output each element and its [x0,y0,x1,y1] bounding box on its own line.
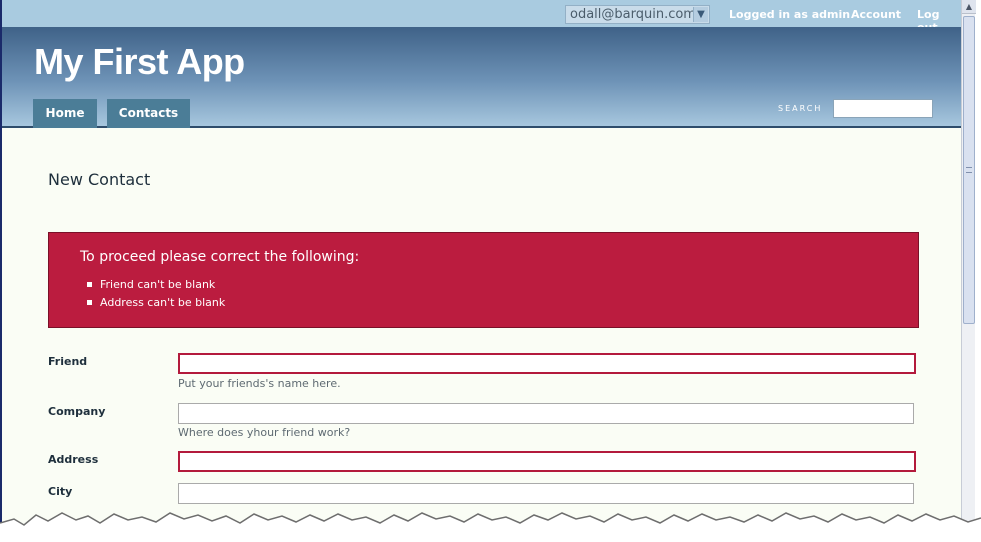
account-select[interactable]: odall@barquin.com ▼ [565,5,710,24]
grip-icon [966,167,972,173]
browser-page: odall@barquin.com ▼ Logged in as admin A… [0,0,961,542]
logged-in-status: Logged in as admin [729,8,851,21]
company-field[interactable] [178,403,914,424]
top-utility-bar: odall@barquin.com ▼ Logged in as admin A… [2,0,961,34]
error-item: Friend can't be blank [100,278,216,291]
bullet-icon [87,282,92,287]
search-label: SEARCH [778,104,823,113]
company-label: Company [48,405,106,418]
search-input[interactable] [833,99,933,118]
city-field[interactable] [178,483,914,504]
error-heading: To proceed please correct the following: [80,249,360,265]
torn-edge [0,512,981,542]
tab-home[interactable]: Home [33,99,97,128]
tab-contacts[interactable]: Contacts [107,99,190,128]
account-link[interactable]: Account [851,8,901,21]
scrollbar-thumb[interactable] [963,16,975,324]
error-summary: To proceed please correct the following:… [48,232,919,328]
chevron-down-icon[interactable]: ▼ [693,7,708,22]
app-title[interactable]: My First App [34,41,245,83]
friend-label: Friend [48,355,88,368]
vertical-scrollbar[interactable]: ▲ [961,0,976,542]
bullet-icon [87,300,92,305]
company-hint: Where does yhour friend work? [178,426,351,439]
address-field[interactable] [178,451,916,472]
page-title: New Contact [48,170,151,189]
address-label: Address [48,453,99,466]
arrow-up-icon[interactable]: ▲ [962,0,976,14]
city-label: City [48,485,73,498]
friend-field[interactable] [178,353,916,374]
friend-hint: Put your friends's name here. [178,377,341,390]
app-header: My First App Home Contacts SEARCH [2,27,961,128]
account-select-value: odall@barquin.com [570,7,696,22]
error-item: Address can't be blank [100,296,226,309]
